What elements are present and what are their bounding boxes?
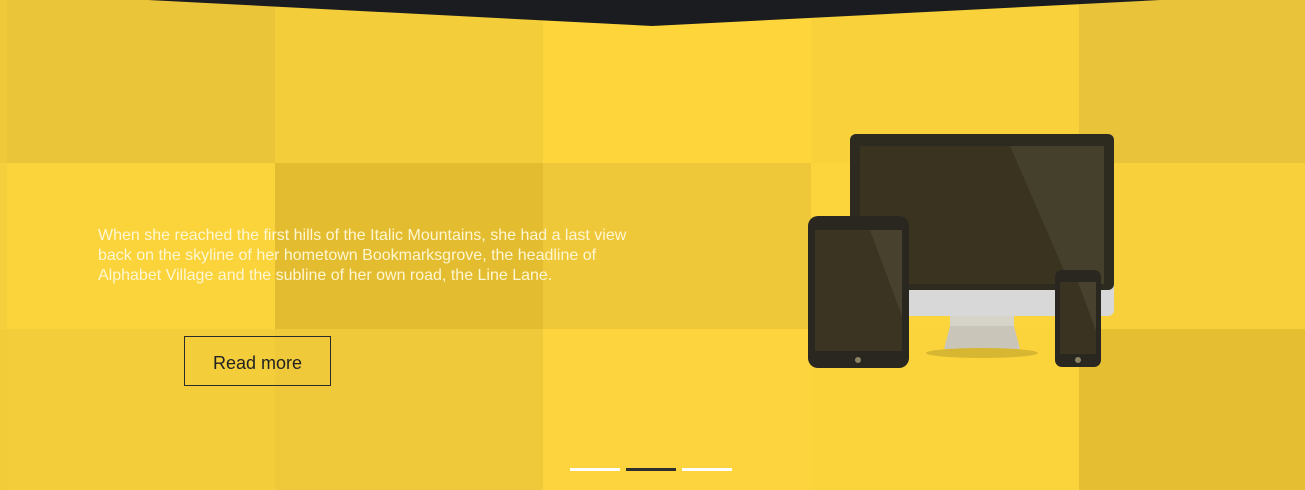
read-more-button[interactable]: Read more — [184, 336, 331, 386]
slider-dot-3[interactable] — [682, 468, 732, 471]
slider-dot-2[interactable] — [626, 468, 676, 471]
smartphone-icon — [1055, 270, 1101, 367]
slider-indicators — [570, 468, 732, 471]
devices-illustration — [808, 134, 1114, 368]
slider-dot-1[interactable] — [570, 468, 620, 471]
hero-text: When she reached the first hills of the … — [98, 227, 627, 284]
tablet-icon — [808, 216, 909, 368]
top-header-band — [148, 0, 1160, 26]
